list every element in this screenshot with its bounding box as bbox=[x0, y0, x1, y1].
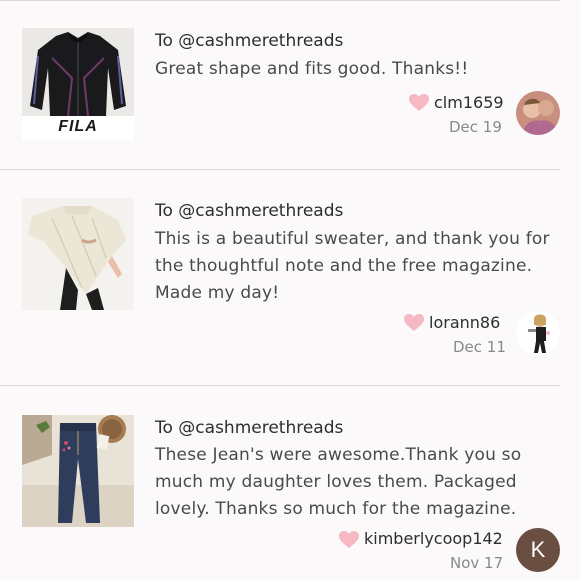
cream-knit-poncho-icon bbox=[22, 198, 134, 310]
review-text: This is a beautiful sweater, and thank y… bbox=[155, 229, 550, 303]
heart-icon[interactable] bbox=[339, 531, 359, 549]
reviewer-username[interactable]: lorann86 bbox=[429, 313, 500, 332]
review-text: These Jean's were awesome.Thank you so m… bbox=[155, 445, 522, 519]
divider bbox=[0, 169, 560, 170]
review-thumbnail[interactable] bbox=[22, 415, 134, 527]
divider bbox=[0, 385, 560, 386]
review-date: Dec 11 bbox=[453, 338, 506, 356]
review-recipient[interactable]: To @cashmerethreads bbox=[155, 418, 343, 438]
cartoon-avatar-icon bbox=[516, 311, 560, 355]
fila-logo: FILA bbox=[58, 118, 98, 135]
reviewer-avatar[interactable] bbox=[516, 91, 560, 135]
embroidered-jeans-icon bbox=[22, 415, 134, 527]
review-text: Great shape and fits good. Thanks!! bbox=[155, 59, 469, 79]
reviewer-username[interactable]: clm1659 bbox=[434, 93, 504, 112]
reviewer-username[interactable]: kimberlycoop142 bbox=[364, 529, 503, 548]
heart-icon[interactable] bbox=[409, 94, 429, 112]
reviewer-avatar[interactable] bbox=[516, 311, 560, 355]
divider bbox=[0, 0, 560, 1]
reviews-feed: FILA To @cashmerethreads Great shape and… bbox=[0, 0, 580, 580]
review-thumbnail[interactable] bbox=[22, 198, 134, 310]
review-date: Nov 17 bbox=[450, 554, 504, 572]
photo-avatar-icon bbox=[516, 91, 560, 135]
heart-icon[interactable] bbox=[404, 314, 424, 332]
review-date: Dec 19 bbox=[449, 118, 502, 136]
review-thumbnail[interactable]: FILA bbox=[22, 28, 134, 140]
reviewer-avatar[interactable]: K bbox=[516, 528, 560, 572]
review-recipient[interactable]: To @cashmerethreads bbox=[155, 201, 343, 221]
review-recipient[interactable]: To @cashmerethreads bbox=[155, 31, 343, 51]
